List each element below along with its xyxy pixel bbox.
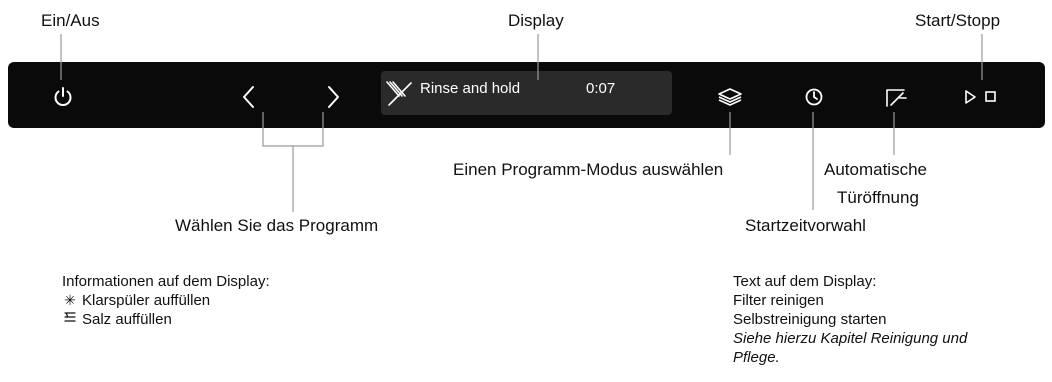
salt-text: Salz auffüllen [82,311,172,328]
delay-start-label: Startzeitvorwahl [745,216,866,235]
auto-door-label-line2: Türöffnung [837,188,919,207]
list-item: ✳ Klarspüler auffüllen [62,291,270,310]
list-item: Salz auffüllen [62,310,270,329]
program-mode-label: Einen Programm-Modus auswählen [453,160,724,179]
display-text-line-filter: Filter reinigen [733,292,824,309]
reference-note-line1: Siehe hierzu Kapitel Reinigung und [733,330,968,347]
salt-icon [62,310,78,329]
display-text-block: Text auf dem Display: Filter reinigen Se… [733,272,967,367]
display-text-heading: Text auf dem Display: [733,273,877,290]
display-info-heading: Informationen auf dem Display: [62,273,270,290]
display-text-line-selfclean: Selbstreinigung starten [733,311,887,328]
reference-note-line2: Pflege. [733,349,780,366]
rinse-aid-text: Klarspüler auffüllen [82,292,211,309]
display-info-block: Informationen auf dem Display: ✳ Klarspü… [62,272,270,329]
auto-door-label-line1: Automatische [824,160,927,179]
program-select-label: Wählen Sie das Programm [175,216,379,235]
rinse-aid-icon: ✳ [64,292,76,308]
